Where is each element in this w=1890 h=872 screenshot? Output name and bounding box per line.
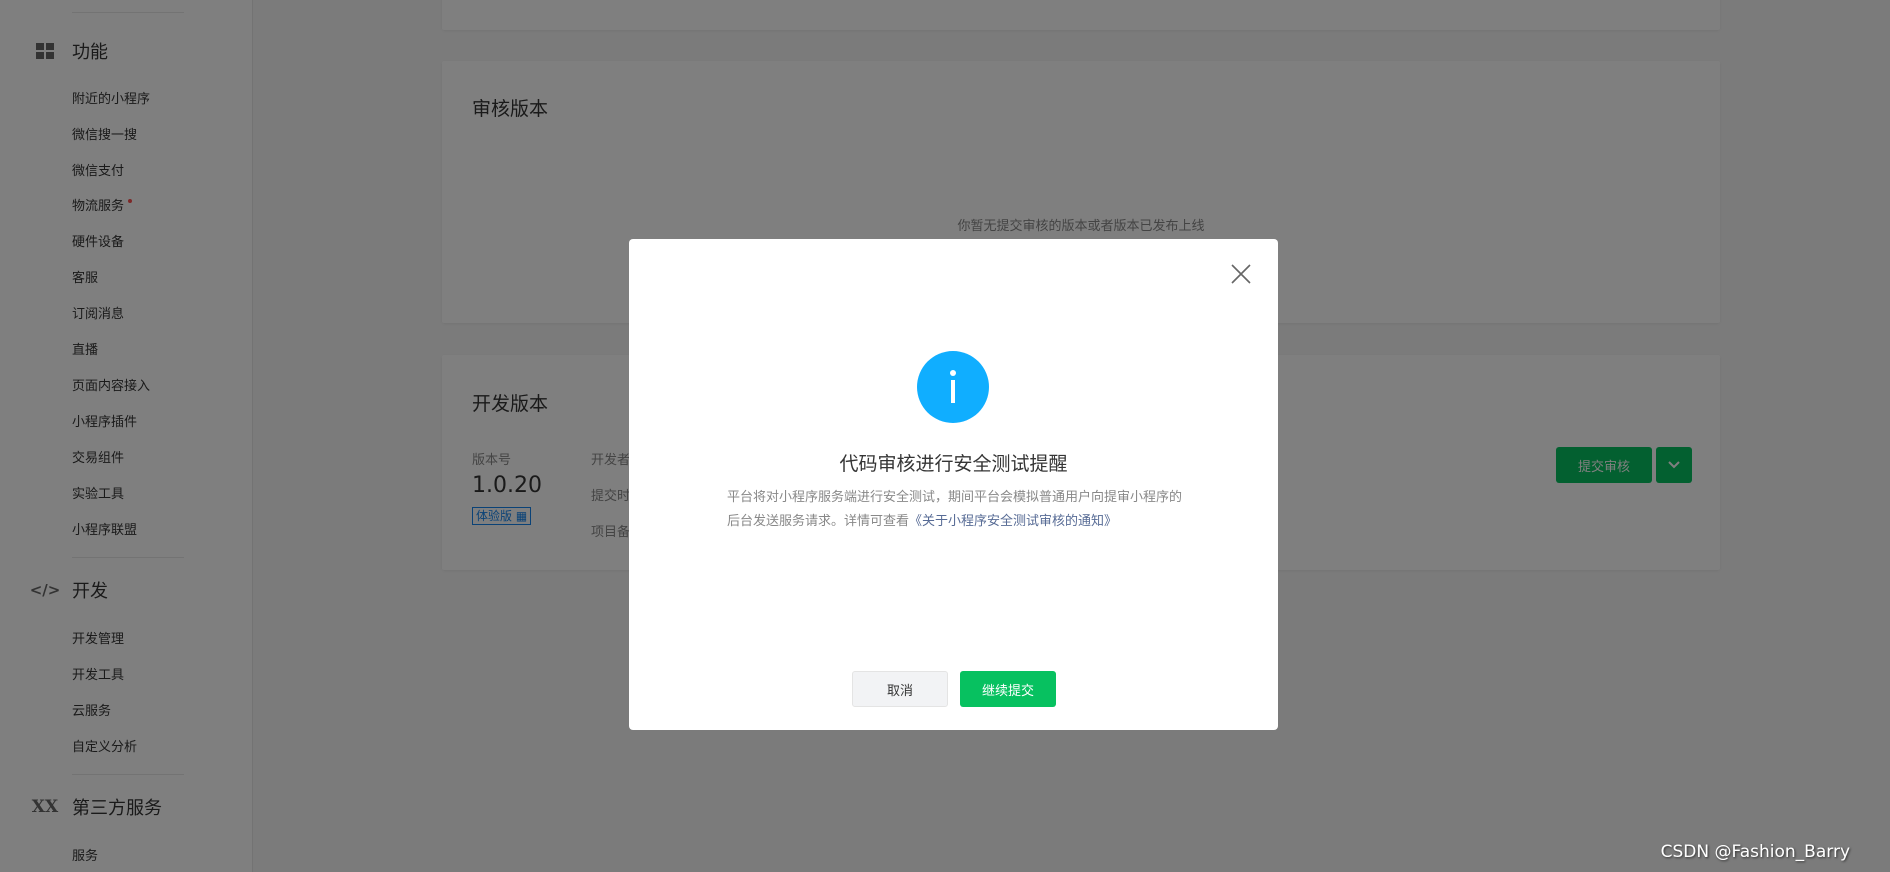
close-icon <box>1231 264 1251 284</box>
cancel-button[interactable]: 取消 <box>852 671 948 707</box>
close-button[interactable] <box>1230 263 1252 285</box>
security-test-dialog: 代码审核进行安全测试提醒 平台将对小程序服务端进行安全测试，期间平台会模拟普通用… <box>629 239 1278 730</box>
info-icon <box>917 351 989 423</box>
dialog-title: 代码审核进行安全测试提醒 <box>839 453 1068 475</box>
dialog-body: 平台将对小程序服务端进行安全测试，期间平台会模拟普通用户向提审小程序的后台发送服… <box>727 486 1185 534</box>
watermark: CSDN @Fashion_Barry <box>1660 842 1850 862</box>
notice-link[interactable]: 《关于小程序安全测试审核的通知》 <box>909 514 1117 529</box>
continue-submit-button[interactable]: 继续提交 <box>960 671 1056 707</box>
